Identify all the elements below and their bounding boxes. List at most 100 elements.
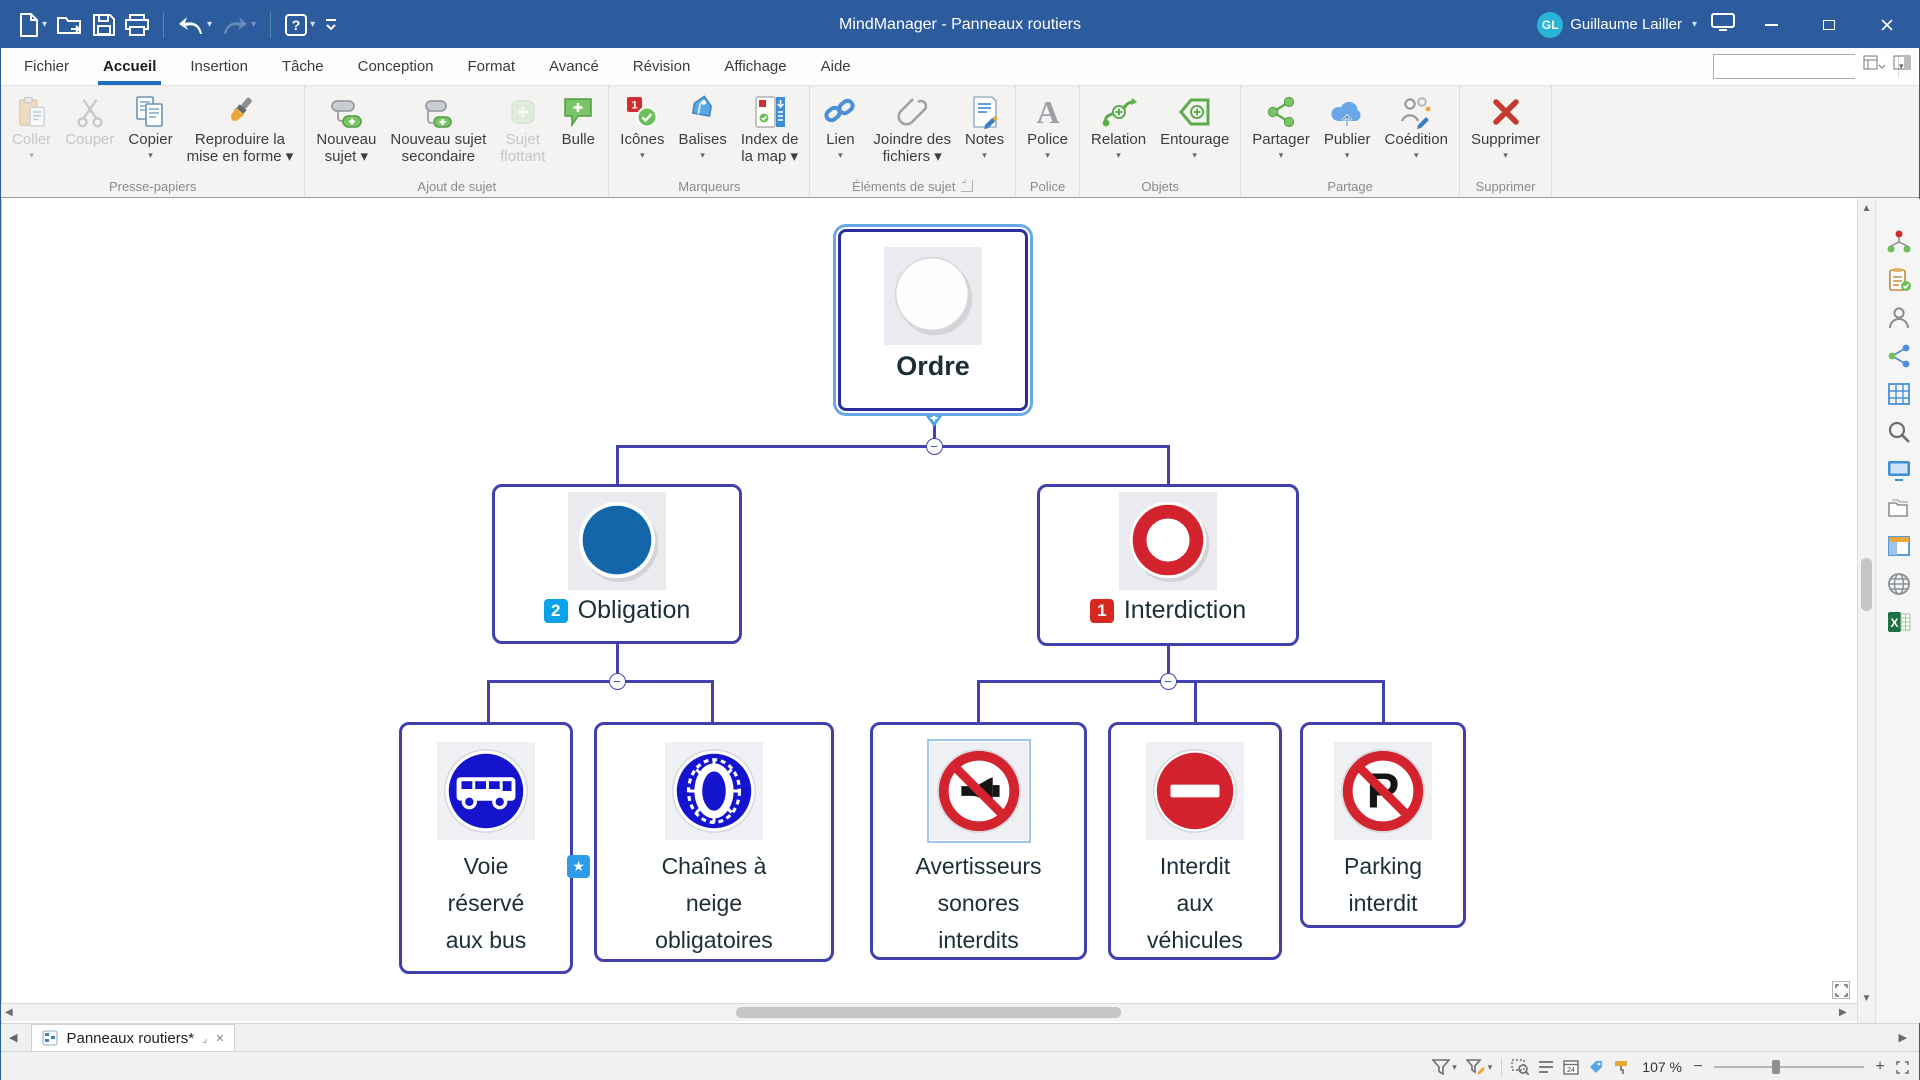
chevron-down-icon[interactable]: ▾: [251, 19, 256, 30]
sidebar-panel-icon[interactable]: [1886, 533, 1912, 559]
map-node-voie-bus[interactable]: Voie réservé aux bus: [399, 722, 573, 974]
format-painter-button[interactable]: Reproduire la mise en forme ▾: [180, 93, 301, 165]
menu-tab-insertion[interactable]: Insertion: [173, 48, 265, 85]
overview-button[interactable]: [1832, 981, 1850, 999]
boundary-button[interactable]: Entourage▾: [1153, 93, 1236, 161]
sidebar-grid-icon[interactable]: [1886, 381, 1912, 407]
map-node-ordre[interactable]: Ordre: [838, 229, 1028, 411]
sidebar-folders-icon[interactable]: [1886, 495, 1912, 521]
menu-tab-fichier[interactable]: Fichier: [7, 48, 86, 85]
map-index-button[interactable]: Index de la map ▾: [734, 93, 806, 165]
ribbon-layout-icon[interactable]: [1863, 55, 1885, 78]
search-box[interactable]: ▾: [1713, 54, 1855, 79]
notes-button[interactable]: Notes▾: [958, 93, 1011, 161]
collapse-toggle[interactable]: −: [1160, 673, 1177, 690]
chevron-down-icon[interactable]: ▾: [207, 19, 212, 30]
sidebar-monitor-icon[interactable]: [1886, 457, 1912, 483]
map-node-interdiction[interactable]: 1Interdiction: [1037, 484, 1299, 646]
undo-button[interactable]: ▾: [174, 12, 216, 38]
menu-tab-format[interactable]: Format: [451, 48, 533, 85]
menu-tab-tache[interactable]: Tâche: [265, 48, 341, 85]
relationship-button[interactable]: Relation▾: [1084, 93, 1153, 161]
tab-close-icon[interactable]: ✕: [215, 1032, 224, 1045]
map-node-obligation[interactable]: 2Obligation: [492, 484, 742, 644]
sidebar-globe-icon[interactable]: [1886, 571, 1912, 597]
add-subtopic-handle[interactable]: [922, 411, 946, 433]
horizontal-scrollbar[interactable]: ◀▶: [1, 1003, 1857, 1021]
account-menu[interactable]: GL Guillaume Lailler ▾: [1537, 12, 1697, 38]
delete-icon: [1489, 93, 1523, 131]
map-node-chaines[interactable]: Chaînes à neige obligatoires★: [594, 722, 834, 962]
map-canvas[interactable]: − − − Ordre 2Obligation 1Interdiction Voie rés…: [1, 199, 1857, 1023]
menu-tab-aide[interactable]: Aide: [804, 48, 868, 85]
publish-button[interactable]: Publier▾: [1317, 93, 1378, 161]
zoom-slider[interactable]: [1714, 1060, 1864, 1074]
zoom-select-button[interactable]: [1511, 1059, 1529, 1075]
calendar-button[interactable]: 24: [1563, 1059, 1579, 1075]
tag-color-button[interactable]: [1588, 1059, 1604, 1075]
vertical-scroll-thumb[interactable]: [1861, 558, 1872, 611]
tab-scroll-right-icon[interactable]: ▶: [1899, 1031, 1907, 1044]
menu-tab-avance[interactable]: Avancé: [532, 48, 616, 85]
map-node-interdit-vehicules[interactable]: Interdit aux véhicules: [1108, 722, 1282, 960]
attach-button[interactable]: Joindre des fichiers ▾: [866, 93, 958, 165]
chevron-down-icon[interactable]: ▾: [42, 19, 47, 30]
sidebar-share-nodes-icon[interactable]: [1886, 343, 1912, 369]
filter-button[interactable]: ▾: [1432, 1059, 1457, 1075]
link-button[interactable]: Lien▾: [814, 93, 866, 161]
ribbon-group-label: Supprimer: [1464, 175, 1547, 197]
open-file-button[interactable]: [53, 11, 87, 39]
document-tab[interactable]: Panneaux routiers* ⌟ ✕: [31, 1024, 235, 1051]
callout-button[interactable]: Bulle: [552, 93, 604, 148]
sidebar-search-icon[interactable]: [1886, 419, 1912, 445]
map-node-avertisseurs[interactable]: Avertisseurs sonores interdits: [870, 722, 1087, 960]
print-button[interactable]: [121, 11, 153, 39]
maximize-button[interactable]: [1807, 1, 1851, 48]
panel-toggle-icon[interactable]: [1893, 55, 1911, 78]
tab-launcher-icon[interactable]: ⌟: [202, 1032, 207, 1045]
new-document-button[interactable]: ▾: [15, 10, 51, 40]
map-node-parking[interactable]: PParking interdit: [1300, 722, 1466, 928]
copy-button[interactable]: Copier▾: [121, 93, 179, 161]
collapse-toggle[interactable]: −: [609, 673, 626, 690]
zoom-in-button[interactable]: +: [1873, 1058, 1887, 1076]
scroll-down-icon[interactable]: ▼: [1858, 993, 1875, 1004]
zoom-out-button[interactable]: −: [1691, 1058, 1705, 1076]
sidebar-org-chart-icon[interactable]: [1886, 229, 1912, 255]
save-button[interactable]: [89, 11, 119, 39]
horizontal-scroll-thumb[interactable]: [736, 1007, 1121, 1018]
fit-map-button[interactable]: [1896, 1061, 1909, 1074]
font-button[interactable]: APolice▾: [1020, 93, 1075, 161]
delete-button[interactable]: Supprimer▾: [1464, 93, 1547, 161]
scroll-up-icon[interactable]: ▲: [1858, 203, 1875, 214]
new-topic-button[interactable]: Nouveau sujet ▾: [309, 93, 383, 165]
new-subtopic-button[interactable]: Nouveau sujet secondaire: [383, 93, 493, 165]
sidebar-excel-icon[interactable]: X: [1886, 609, 1912, 635]
tags-button[interactable]: Balises▾: [672, 93, 734, 161]
presentation-mode-icon[interactable]: [1711, 13, 1735, 36]
help-button[interactable]: ?▾: [281, 11, 319, 39]
collapse-toggle[interactable]: −: [926, 438, 943, 455]
menu-tab-conception[interactable]: Conception: [341, 48, 451, 85]
share-button[interactable]: Partager▾: [1245, 93, 1317, 161]
scroll-left-icon[interactable]: ◀: [5, 1007, 13, 1018]
customize-toolbar-button[interactable]: [321, 15, 341, 35]
sidebar-clipboard-check-icon[interactable]: [1886, 267, 1912, 293]
zoom-slider-thumb[interactable]: [1772, 1060, 1780, 1074]
vertical-scrollbar[interactable]: ▲ ▼: [1857, 199, 1875, 1023]
coediting-button[interactable]: Coédition▾: [1378, 93, 1455, 161]
filter-edit-button[interactable]: ▾: [1466, 1059, 1493, 1075]
sidebar-user-icon[interactable]: [1886, 305, 1912, 331]
scroll-right-icon[interactable]: ▶: [1839, 1007, 1847, 1018]
menu-tab-affichage[interactable]: Affichage: [707, 48, 803, 85]
marker-icons-button[interactable]: 1Icônes▾: [613, 93, 671, 161]
tab-scroll-left-icon[interactable]: ◀: [9, 1031, 17, 1044]
topic-list-button[interactable]: [1538, 1059, 1554, 1075]
close-button[interactable]: [1865, 1, 1909, 48]
menu-tab-accueil[interactable]: Accueil: [86, 48, 173, 85]
menu-tab-revision[interactable]: Révision: [616, 48, 708, 85]
dialog-launcher-icon[interactable]: [961, 180, 973, 192]
chevron-down-icon[interactable]: ▾: [310, 19, 315, 30]
minimize-button[interactable]: [1749, 1, 1793, 48]
format-paint-button[interactable]: [1613, 1059, 1629, 1075]
